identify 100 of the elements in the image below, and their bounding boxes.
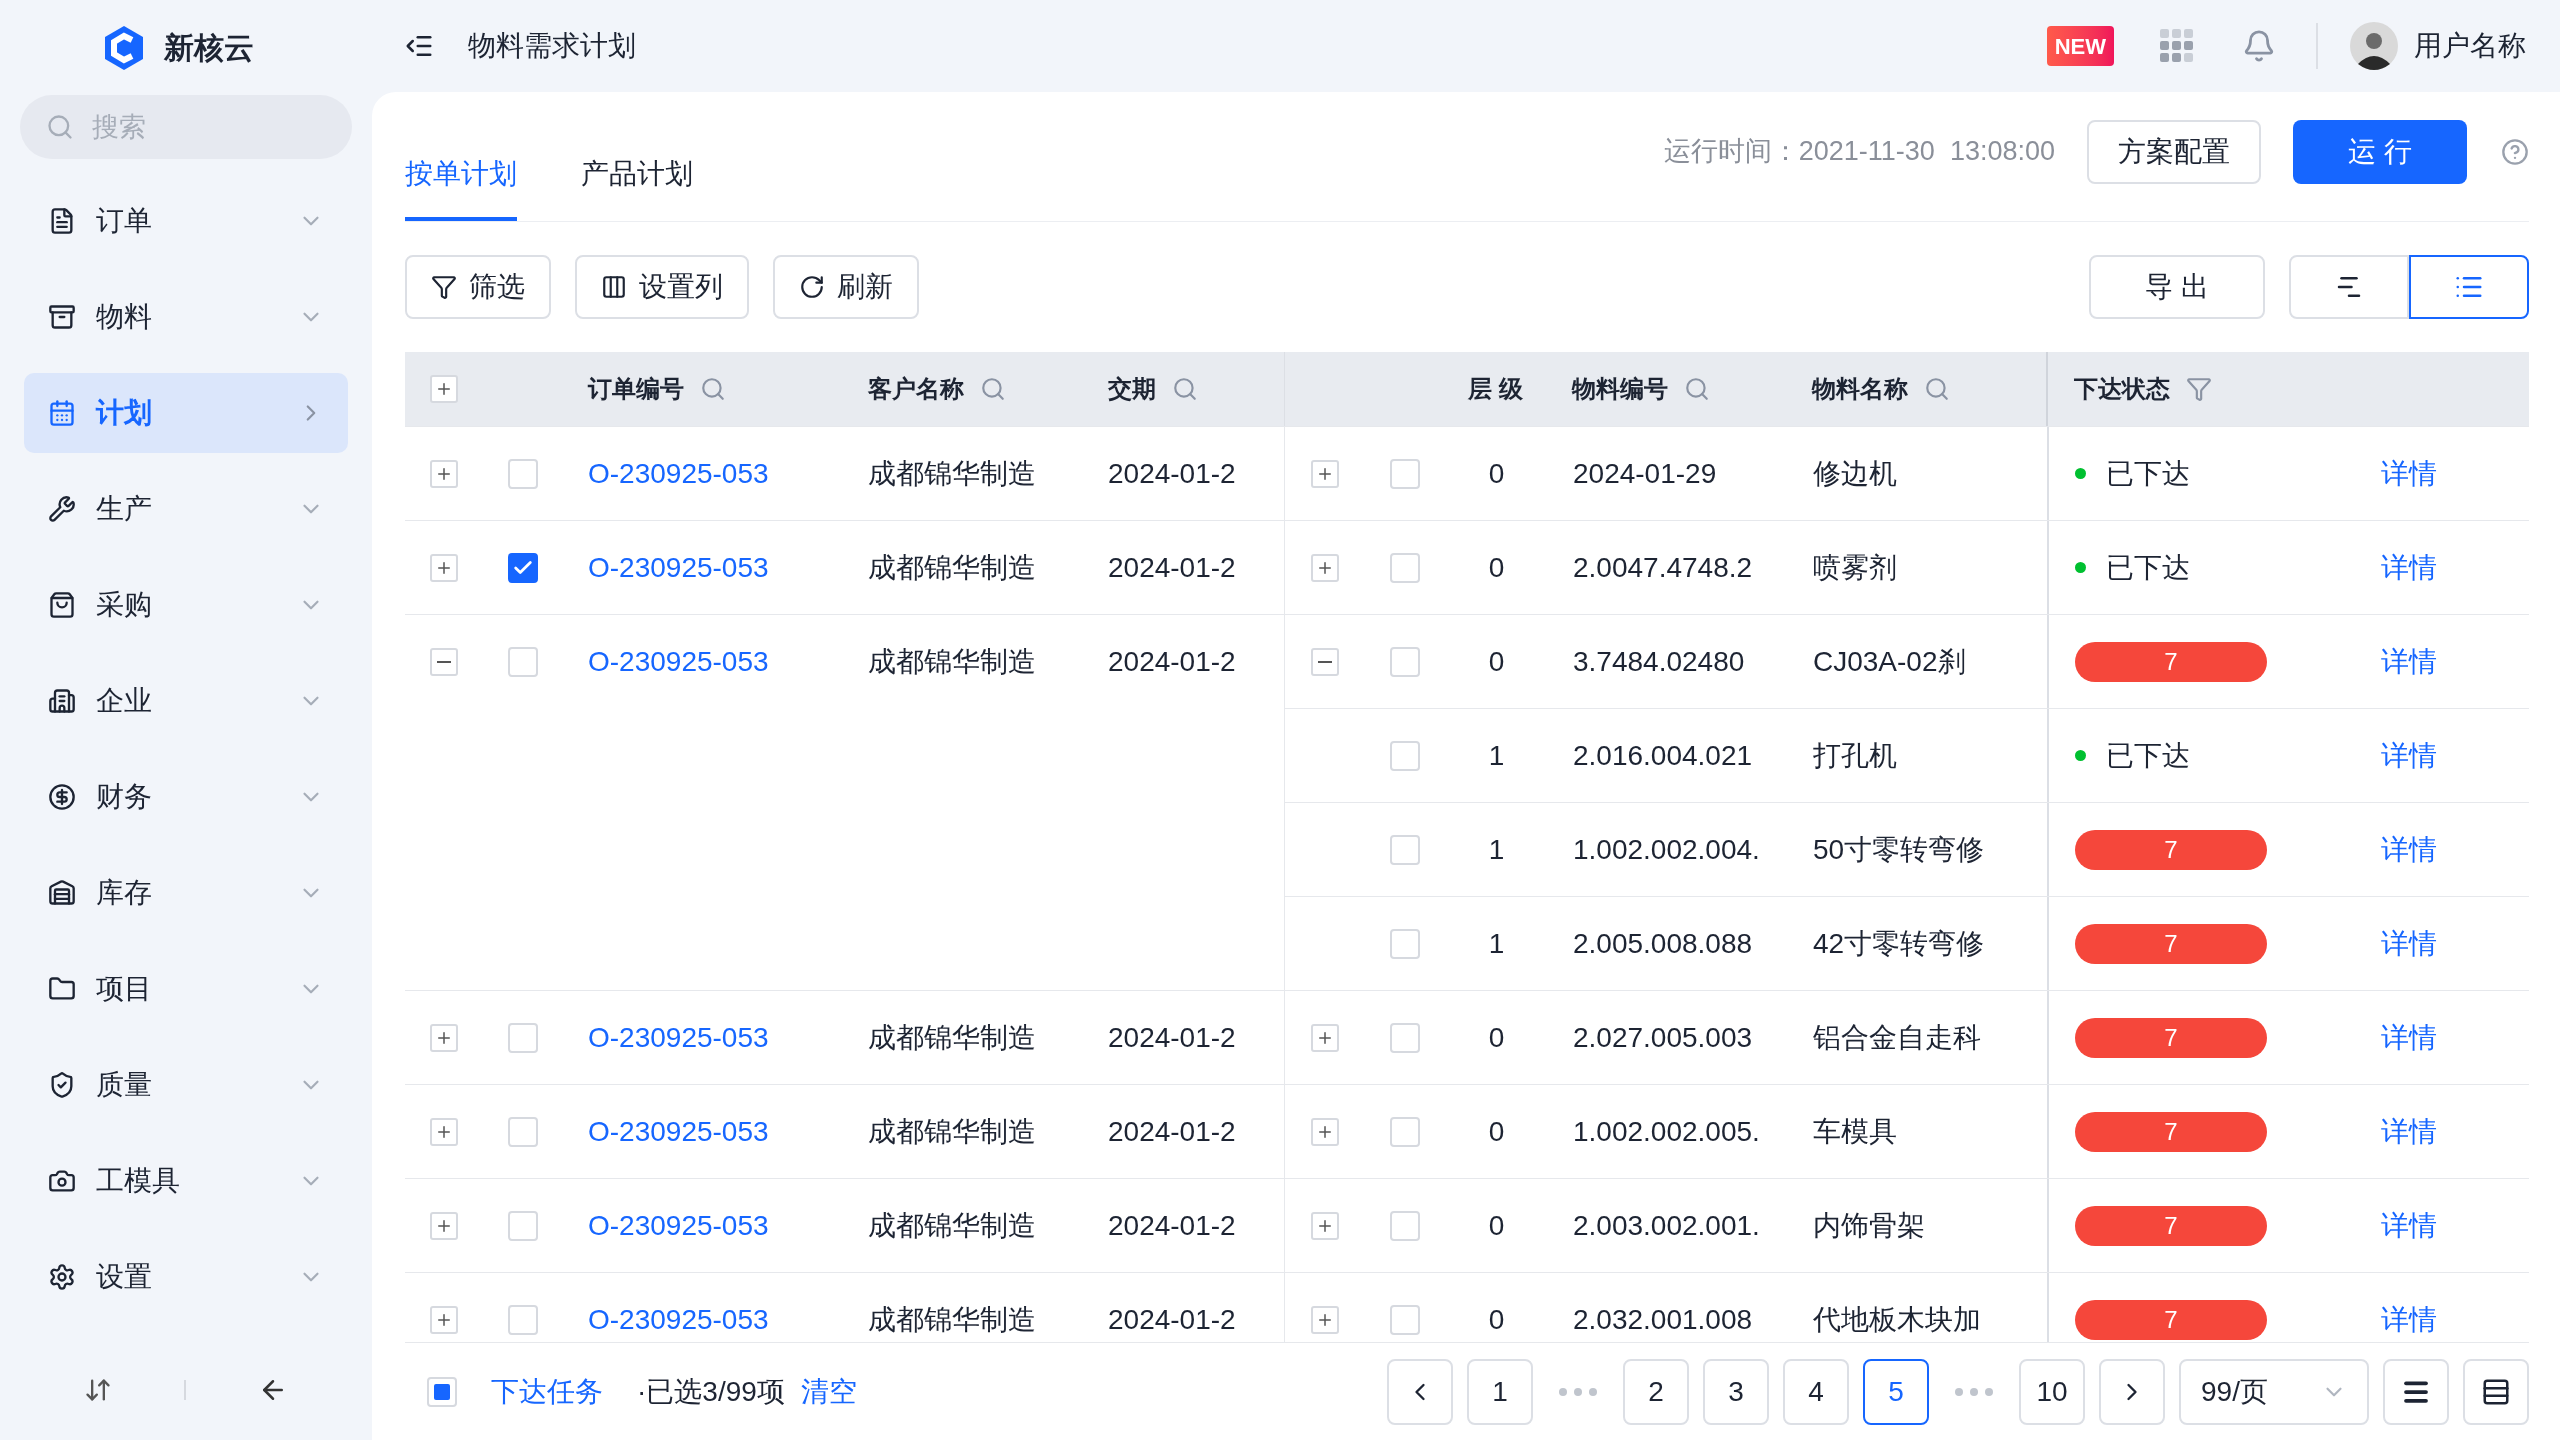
detail-link[interactable]: 详情 <box>2381 828 2437 871</box>
sidebar-item[interactable]: 物料 <box>24 277 348 357</box>
order-number-link[interactable]: O-230925-053 <box>588 546 769 589</box>
sidebar-item[interactable]: 工模具 <box>24 1141 348 1221</box>
detail-link[interactable]: 详情 <box>2381 734 2437 777</box>
new-badge: NEW <box>2046 26 2114 66</box>
detail-link[interactable]: 详情 <box>2381 546 2437 589</box>
page-button[interactable]: 4 <box>1783 1358 1849 1425</box>
filter-button[interactable]: 筛选 <box>405 255 551 319</box>
search-icon[interactable] <box>980 376 1006 402</box>
table-density-button[interactable] <box>2463 1358 2529 1425</box>
detail-link[interactable]: 详情 <box>2381 1110 2437 1153</box>
detail-link[interactable]: 详情 <box>2381 452 2437 495</box>
expand-button[interactable] <box>430 375 458 403</box>
refresh-button[interactable]: 刷新 <box>773 255 919 319</box>
table-cell-text: 代地板木块加 <box>1813 1302 1981 1337</box>
user-avatar[interactable] <box>2350 22 2398 70</box>
filter-icon <box>431 274 457 300</box>
page-button[interactable]: 5 <box>1863 1358 1929 1425</box>
column-header: 层 级 <box>1468 374 1523 404</box>
order-number-link[interactable]: O-230925-053 <box>588 452 769 495</box>
expand-button[interactable] <box>430 1117 458 1146</box>
sidebar-item[interactable]: 项目 <box>24 949 348 1029</box>
list-view-button[interactable] <box>2409 255 2529 319</box>
previous-page-button[interactable] <box>1387 1358 1453 1425</box>
tab[interactable]: 产品计划 <box>581 153 693 221</box>
expand-button[interactable] <box>430 459 458 488</box>
notification-bell-icon[interactable] <box>2242 29 2276 63</box>
bag-icon <box>48 591 76 619</box>
detail-link[interactable]: 详情 <box>2381 922 2437 965</box>
tab[interactable]: 按单计划 <box>405 153 517 221</box>
checkbox[interactable] <box>508 552 538 583</box>
coin-icon <box>48 783 76 811</box>
release-task-link[interactable]: 下达任务 <box>491 1370 603 1413</box>
expand-button[interactable] <box>1311 1305 1339 1334</box>
expand-button[interactable] <box>430 1023 458 1052</box>
status-badge: 7 <box>2075 1111 2267 1152</box>
detail-link[interactable]: 详情 <box>2381 1204 2437 1247</box>
page-button[interactable]: 3 <box>1703 1358 1769 1425</box>
table-cell-text: 成都锦华制造 <box>868 1114 1036 1149</box>
expand-button[interactable] <box>430 553 458 582</box>
order-number-link[interactable]: O-230925-053 <box>588 1204 769 1247</box>
column-settings-button[interactable]: 设置列 <box>575 255 749 319</box>
plan-config-button[interactable]: 方案配置 <box>2087 119 2261 184</box>
order-number-link[interactable]: O-230925-053 <box>588 1016 769 1059</box>
status-text: 已下达 <box>2106 550 2190 585</box>
detail-link[interactable]: 详情 <box>2381 640 2437 683</box>
expand-button[interactable] <box>1311 553 1339 582</box>
expand-button[interactable] <box>430 1305 458 1334</box>
sidebar-item[interactable]: 计划 <box>24 373 348 453</box>
table-cell-text: 内饰骨架 <box>1813 1208 1925 1243</box>
clear-link[interactable]: 清空 <box>800 1370 857 1413</box>
search-icon[interactable] <box>1684 376 1710 402</box>
table-cell-text: 车模具 <box>1813 1114 1897 1149</box>
search-icon[interactable] <box>1924 376 1950 402</box>
expand-button[interactable] <box>1311 1023 1339 1052</box>
table-cell-text: 2024-01-2 <box>1108 1302 1236 1337</box>
order-number-link[interactable]: O-230925-053 <box>588 1110 769 1153</box>
status-badge: 7 <box>2075 1299 2267 1340</box>
status-badge: 7 <box>2075 1017 2267 1058</box>
warehouse-icon <box>48 879 76 907</box>
table-cell-text: 2024-01-2 <box>1108 1020 1236 1055</box>
export-button[interactable]: 导 出 <box>2089 255 2265 319</box>
order-number-link[interactable]: O-230925-053 <box>588 640 769 683</box>
order-number-link[interactable]: O-230925-053 <box>588 1298 769 1341</box>
page-size-select[interactable]: 99/页 <box>2179 1358 2369 1425</box>
detail-link[interactable]: 详情 <box>2381 1298 2437 1341</box>
sidebar-item[interactable]: 订单 <box>24 181 348 261</box>
expand-button[interactable] <box>1311 459 1339 488</box>
column-header: 客户名称 <box>868 374 964 404</box>
sidebar-item[interactable]: 生产 <box>24 469 348 549</box>
table-cell-text: 修边机 <box>1813 456 1897 491</box>
collapse-button[interactable] <box>1311 647 1339 676</box>
table-cell-text: 2.016.004.021 <box>1573 738 1753 773</box>
sidebar-item[interactable]: 库存 <box>24 853 348 933</box>
page-button[interactable]: 2 <box>1623 1358 1689 1425</box>
sidebar-item[interactable]: 财务 <box>24 757 348 837</box>
next-page-button[interactable] <box>2099 1358 2165 1425</box>
expand-button[interactable] <box>1311 1211 1339 1240</box>
page-button[interactable]: 1 <box>1467 1358 1533 1425</box>
sidebar-item[interactable]: 企业 <box>24 661 348 741</box>
sidebar-item[interactable]: 质量 <box>24 1045 348 1125</box>
search-icon[interactable] <box>1172 376 1198 402</box>
table-cell-text: 3.7484.02480 <box>1573 644 1745 679</box>
sidebar-item[interactable]: 设置 <box>24 1237 348 1317</box>
run-button[interactable]: 运 行 <box>2293 119 2467 184</box>
expand-button[interactable] <box>430 1211 458 1240</box>
column-header: 交期 <box>1108 374 1156 404</box>
detail-link[interactable]: 详情 <box>2381 1016 2437 1059</box>
page-button[interactable]: 10 <box>2019 1358 2085 1425</box>
expand-button[interactable] <box>1311 1117 1339 1146</box>
collapse-button[interactable] <box>430 647 458 676</box>
table-cell-text: 1 <box>1488 926 1505 961</box>
app-grid-icon[interactable] <box>2160 29 2194 63</box>
help-icon[interactable] <box>2501 137 2529 166</box>
search-icon[interactable] <box>700 376 726 402</box>
compact-density-button[interactable] <box>2383 1358 2449 1425</box>
status-badge: 7 <box>2075 923 2267 964</box>
sidebar-item[interactable]: 采购 <box>24 565 348 645</box>
filter-icon[interactable] <box>2186 376 2212 402</box>
